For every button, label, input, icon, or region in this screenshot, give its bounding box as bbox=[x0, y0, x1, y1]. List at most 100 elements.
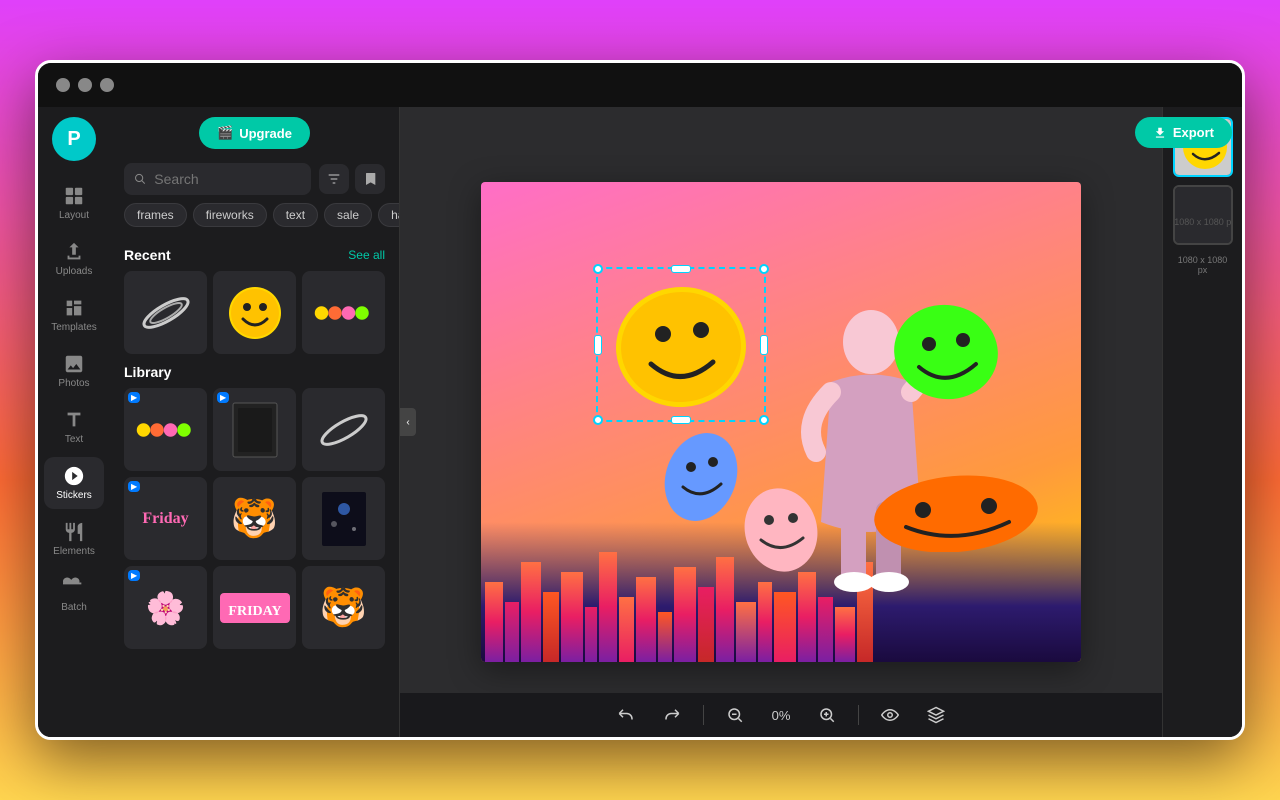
handle-tl[interactable] bbox=[593, 264, 603, 274]
sidebar-item-photos[interactable]: Photos bbox=[44, 345, 104, 397]
sticker-saturn[interactable] bbox=[302, 388, 385, 471]
photos-icon bbox=[63, 353, 85, 375]
stickers-panel: 🎬 Upgrade bbox=[110, 107, 400, 737]
sticker-frame-dark[interactable]: ▶ bbox=[213, 388, 296, 471]
sticker-tiger[interactable]: 🐯 bbox=[213, 477, 296, 560]
tag-fireworks[interactable]: fireworks bbox=[193, 203, 267, 227]
handle-tm[interactable] bbox=[671, 265, 691, 273]
recent-title: Recent bbox=[124, 247, 171, 263]
handle-lm[interactable] bbox=[594, 335, 602, 355]
export-button[interactable]: Export bbox=[1135, 117, 1232, 148]
logo-button[interactable]: P bbox=[52, 117, 96, 161]
right-panel: 1080 x 1080 px 1080 x 1080 px bbox=[1162, 107, 1242, 737]
eye-icon bbox=[881, 706, 899, 724]
library-section-header: Library bbox=[124, 364, 385, 380]
sticker-colorball[interactable] bbox=[302, 271, 385, 354]
sidebar-label-uploads: Uploads bbox=[56, 266, 93, 277]
toolbar-divider-2 bbox=[858, 705, 859, 725]
batch-icon bbox=[63, 577, 85, 599]
sidebar-label-templates: Templates bbox=[51, 322, 97, 333]
sidebar-item-stickers[interactable]: Stickers bbox=[44, 457, 104, 509]
browser-dot-3 bbox=[100, 78, 114, 92]
browser-dot-1 bbox=[56, 78, 70, 92]
layer-icon bbox=[927, 706, 945, 724]
sticker-friday-animated[interactable]: ▶ Friday bbox=[124, 477, 207, 560]
sticker-badge-3: ▶ bbox=[128, 481, 140, 492]
browser-window: P Layout Uploads Te bbox=[35, 60, 1245, 740]
elements-icon bbox=[63, 521, 85, 543]
zoom-in-icon bbox=[818, 706, 836, 724]
sidebar-item-layout[interactable]: Layout bbox=[44, 177, 104, 229]
search-bar[interactable] bbox=[124, 163, 311, 195]
sidebar-label-text: Text bbox=[65, 434, 83, 445]
sticker-tiger2[interactable]: 🐯 bbox=[302, 566, 385, 649]
tag-text[interactable]: text bbox=[273, 203, 318, 227]
panel-header bbox=[110, 149, 399, 203]
app-container: P Layout Uploads Te bbox=[38, 107, 1242, 737]
preview-thumb-2[interactable]: 1080 x 1080 px bbox=[1173, 185, 1233, 245]
sidebar-icons: P Layout Uploads Te bbox=[38, 107, 110, 737]
stickers-icon bbox=[63, 465, 85, 487]
toolbar-divider bbox=[703, 705, 704, 725]
sticker-friday-label[interactable]: FRIDAY bbox=[213, 566, 296, 649]
sticker-smiley-yellow-recent[interactable] bbox=[213, 271, 296, 354]
browser-titlebar bbox=[38, 63, 1242, 107]
canvas-area[interactable]: ‹ bbox=[400, 107, 1162, 737]
tag-sale[interactable]: sale bbox=[324, 203, 372, 227]
sidebar-label-layout: Layout bbox=[59, 210, 89, 221]
search-input[interactable] bbox=[154, 171, 301, 187]
sidebar-label-batch: Batch bbox=[61, 602, 87, 613]
canvas-wrapper bbox=[481, 182, 1081, 662]
upgrade-label: Upgrade bbox=[239, 126, 292, 141]
sticker-space-frame[interactable] bbox=[302, 477, 385, 560]
see-all-button[interactable]: See all bbox=[348, 248, 385, 262]
sidebar-item-templates[interactable]: Templates bbox=[44, 289, 104, 341]
smiley-orange bbox=[871, 472, 1041, 552]
sticker-swirl[interactable] bbox=[124, 271, 207, 354]
bookmark-icon bbox=[362, 171, 378, 187]
redo-icon bbox=[663, 706, 681, 724]
main-area: Export ‹ bbox=[400, 107, 1242, 737]
sidebar-item-text[interactable]: Text bbox=[44, 401, 104, 453]
tag-happy[interactable]: happ bbox=[378, 203, 399, 227]
bookmark-button[interactable] bbox=[355, 164, 385, 194]
smiley-yellow-selected bbox=[611, 282, 751, 412]
upgrade-icon: 🎬 bbox=[217, 125, 233, 141]
undo-icon bbox=[617, 706, 635, 724]
canvas-right-wrapper: ‹ bbox=[400, 107, 1242, 737]
search-icon bbox=[134, 172, 146, 186]
recent-sticker-grid bbox=[124, 271, 385, 354]
sidebar-item-elements[interactable]: Elements bbox=[44, 513, 104, 565]
library-title: Library bbox=[124, 364, 171, 380]
sticker-flowers[interactable]: ▶ 🌸 bbox=[124, 566, 207, 649]
eye-button[interactable] bbox=[875, 700, 905, 730]
smiley-blue bbox=[661, 422, 741, 522]
sidebar-item-uploads[interactable]: Uploads bbox=[44, 233, 104, 285]
library-sticker-grid: ▶ ▶ bbox=[124, 388, 385, 649]
layer-button[interactable] bbox=[921, 700, 951, 730]
tag-frames[interactable]: frames bbox=[124, 203, 187, 227]
sidebar-label-stickers: Stickers bbox=[56, 490, 92, 501]
undo-button[interactable] bbox=[611, 700, 641, 730]
smiley-green bbox=[891, 302, 1001, 402]
redo-button[interactable] bbox=[657, 700, 687, 730]
selected-sticker-container[interactable] bbox=[611, 282, 751, 417]
layout-icon bbox=[63, 185, 85, 207]
uploads-icon bbox=[63, 241, 85, 263]
filter-tags: frames fireworks text sale happ bbox=[110, 203, 399, 237]
canvas-background bbox=[481, 182, 1081, 662]
sticker-neon-balls[interactable]: ▶ bbox=[124, 388, 207, 471]
zoom-in-button[interactable] bbox=[812, 700, 842, 730]
handle-bl[interactable] bbox=[593, 415, 603, 425]
zoom-out-button[interactable] bbox=[720, 700, 750, 730]
svg-text:FRIDAY: FRIDAY bbox=[228, 604, 281, 619]
filter-button[interactable] bbox=[319, 164, 349, 194]
sticker-badge-1: ▶ bbox=[128, 392, 140, 403]
panel-collapse-button[interactable]: ‹ bbox=[400, 408, 416, 436]
sidebar-item-batch[interactable]: Batch bbox=[44, 569, 104, 621]
sidebar-label-photos: Photos bbox=[58, 378, 89, 389]
text-icon bbox=[63, 409, 85, 431]
upgrade-button[interactable]: 🎬 Upgrade bbox=[199, 117, 310, 149]
browser-dot-2 bbox=[78, 78, 92, 92]
canvas-dimensions-label: 1080 x 1080 px bbox=[1173, 255, 1232, 275]
